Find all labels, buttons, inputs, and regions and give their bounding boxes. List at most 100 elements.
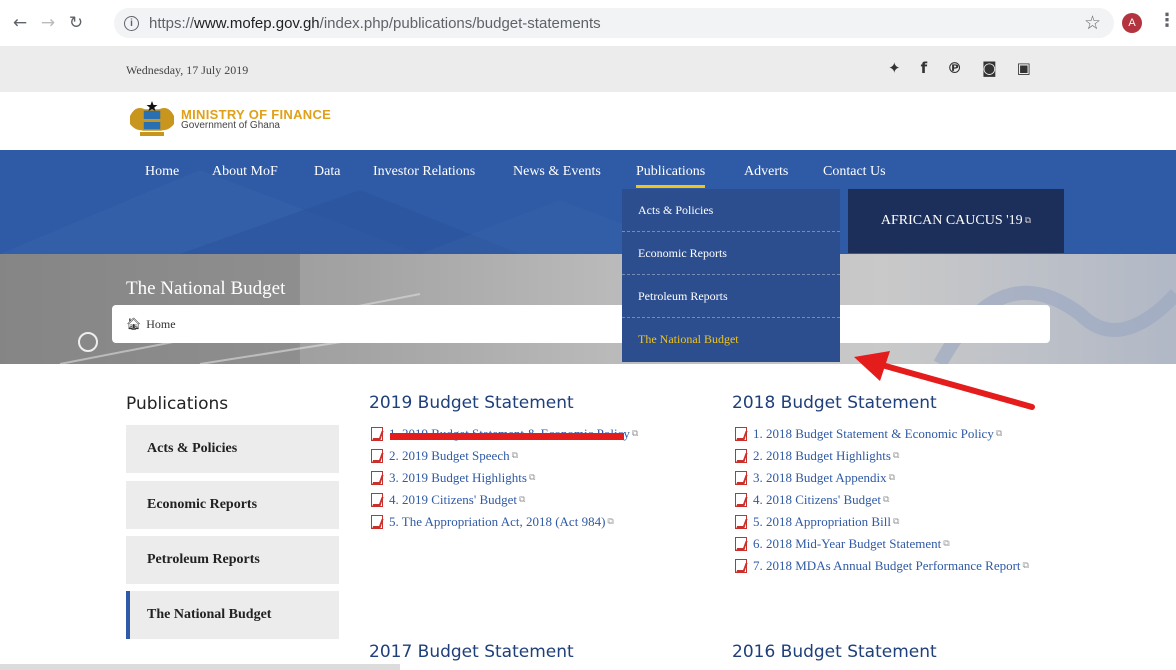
pdf-icon bbox=[371, 471, 383, 485]
doc-link[interactable]: 3. 2018 Budget Appendix bbox=[753, 470, 887, 486]
red-arrow-annotation bbox=[854, 351, 1035, 410]
pdf-icon bbox=[735, 471, 747, 485]
pdf-icon bbox=[735, 559, 747, 573]
dropdown-item-economic-reports[interactable]: Economic Reports bbox=[622, 232, 840, 275]
current-date: Wednesday, 17 July 2019 bbox=[126, 63, 249, 77]
external-link-icon: ⧉ bbox=[943, 539, 950, 549]
external-link-icon: ⧉ bbox=[528, 473, 536, 483]
pdf-icon bbox=[735, 427, 747, 441]
dropdown-item-petroleum-reports[interactable]: Petroleum Reports bbox=[622, 275, 840, 318]
sidebar-item-economic-reports[interactable]: Economic Reports bbox=[126, 481, 339, 529]
list-item[interactable]: 6. 2018 Mid-Year Budget Statement ⧉ bbox=[735, 533, 1029, 555]
pdf-icon bbox=[371, 493, 383, 507]
external-link-icon: ⧉ bbox=[995, 429, 1003, 439]
pdf-icon bbox=[371, 449, 383, 463]
pdf-icon bbox=[735, 537, 747, 551]
list-item[interactable]: 3. 2019 Budget Highlights ⧉ bbox=[371, 467, 638, 489]
instagram-icon[interactable]: ◙ bbox=[982, 59, 997, 77]
doc-link[interactable]: 2. 2019 Budget Speech bbox=[389, 448, 510, 464]
nav-item-data[interactable]: Data bbox=[314, 164, 340, 180]
budget-2018-list: 1. 2018 Budget Statement & Economic Poli… bbox=[735, 423, 1029, 577]
bookmark-star-icon[interactable]: ☆ bbox=[1084, 12, 1101, 34]
doc-link[interactable]: 3. 2019 Budget Highlights bbox=[389, 470, 527, 486]
doc-link[interactable]: 6. 2018 Mid-Year Budget Statement bbox=[753, 536, 941, 552]
pdf-icon bbox=[371, 515, 383, 529]
nav-item-investor-relations[interactable]: Investor Relations bbox=[373, 164, 475, 180]
dropdown-item-acts-policies[interactable]: Acts & Policies bbox=[622, 189, 840, 232]
pdf-icon bbox=[371, 427, 383, 441]
external-link-icon: ⧉ bbox=[883, 495, 890, 505]
sidebar-item-petroleum-reports[interactable]: Petroleum Reports bbox=[126, 536, 339, 584]
nav-item-contact[interactable]: Contact Us bbox=[823, 164, 886, 180]
browser-menu-icon[interactable]: ⋮ bbox=[1158, 10, 1176, 31]
doc-link[interactable]: 5. 2018 Appropriation Bill bbox=[753, 514, 891, 530]
list-item[interactable]: 3. 2018 Budget Appendix ⧉ bbox=[735, 467, 1029, 489]
status-bar bbox=[0, 664, 400, 670]
doc-link[interactable]: 1. 2018 Budget Statement & Economic Poli… bbox=[753, 426, 994, 442]
url-path: /index.php/publications/budget-statement… bbox=[319, 14, 601, 32]
back-arrow-icon[interactable]: ← bbox=[6, 9, 34, 37]
address-bar[interactable]: i https://www.mofep.gov.gh/index.php/pub… bbox=[114, 8, 1114, 38]
doc-link[interactable]: 2. 2018 Budget Highlights bbox=[753, 448, 891, 464]
publications-dropdown: Acts & Policies Economic Reports Petrole… bbox=[622, 189, 840, 362]
url-prefix: https:// bbox=[149, 14, 195, 32]
sidebar-item-national-budget[interactable]: The National Budget bbox=[126, 591, 339, 639]
list-item[interactable]: 4. 2018 Citizens' Budget ⧉ bbox=[735, 489, 1029, 511]
pdf-icon bbox=[735, 493, 747, 507]
profile-avatar[interactable]: A bbox=[1122, 13, 1142, 33]
reload-icon[interactable]: ↻ bbox=[62, 9, 90, 37]
facebook-icon[interactable]: f bbox=[921, 59, 928, 77]
pdf-icon bbox=[735, 515, 747, 529]
twitter-icon[interactable]: ✦ bbox=[888, 59, 901, 77]
nav-item-about[interactable]: About MoF bbox=[212, 164, 278, 180]
ministry-subtitle: Government of Ghana bbox=[181, 120, 280, 131]
ghana-crest-icon[interactable] bbox=[128, 100, 176, 140]
nav-item-home[interactable]: Home bbox=[145, 164, 179, 180]
nav-item-adverts[interactable]: Adverts bbox=[744, 164, 788, 180]
linkedin-icon[interactable]: ▣ bbox=[1017, 59, 1031, 77]
page-title: The National Budget bbox=[126, 278, 286, 299]
external-link-icon: ⧉ bbox=[892, 517, 900, 527]
breadcrumb-home[interactable]: Home bbox=[146, 317, 175, 332]
external-link-icon: ⧉ bbox=[511, 451, 519, 461]
list-item[interactable]: 4. 2019 Citizens' Budget ⧉ bbox=[371, 489, 638, 511]
nav-item-publications[interactable]: Publications bbox=[636, 164, 706, 188]
sidebar-heading: Publications bbox=[126, 394, 229, 414]
sidebar-item-acts-policies[interactable]: Acts & Policies bbox=[126, 425, 339, 473]
doc-link[interactable]: 5. The Appropriation Act, 2018 (Act 984) bbox=[389, 514, 605, 530]
external-link-icon: ⧉ bbox=[892, 451, 900, 461]
list-item[interactable]: 2. 2018 Budget Highlights ⧉ bbox=[735, 445, 1029, 467]
budget-2017-heading: 2017 Budget Statement bbox=[369, 642, 574, 662]
pinterest-icon[interactable]: ℗ bbox=[947, 59, 962, 77]
doc-link[interactable]: 7. 2018 MDAs Annual Budget Performance R… bbox=[753, 558, 1021, 574]
african-caucus-label: AFRICAN CAUCUS '19 bbox=[880, 213, 1023, 228]
url-host: www.mofep.gov.gh bbox=[194, 14, 320, 32]
external-link-icon: ⧉ bbox=[519, 495, 526, 505]
budget-2019-heading: 2019 Budget Statement bbox=[369, 393, 574, 413]
list-item[interactable]: 5. 2018 Appropriation Bill ⧉ bbox=[735, 511, 1029, 533]
doc-link[interactable]: 4. 2019 Citizens' Budget bbox=[389, 492, 517, 508]
top-info-bar: Wednesday, 17 July 2019 ✦ f ℗ ◙ ▣ bbox=[0, 46, 1176, 92]
pdf-icon bbox=[735, 449, 747, 463]
external-link-icon: ⧉ bbox=[1022, 561, 1029, 571]
dropdown-item-national-budget[interactable]: The National Budget bbox=[622, 318, 840, 361]
doc-link[interactable]: 4. 2018 Citizens' Budget bbox=[753, 492, 881, 508]
external-link-icon: ⧉ bbox=[1024, 216, 1032, 226]
list-item[interactable]: 7. 2018 MDAs Annual Budget Performance R… bbox=[735, 555, 1029, 577]
nav-item-news-events[interactable]: News & Events bbox=[513, 164, 601, 180]
budget-2016-heading: 2016 Budget Statement bbox=[732, 642, 937, 662]
forward-arrow-icon[interactable]: → bbox=[34, 9, 62, 37]
list-item[interactable]: 5. The Appropriation Act, 2018 (Act 984)… bbox=[371, 511, 638, 533]
red-strike-annotation bbox=[390, 433, 624, 440]
home-icon[interactable]: 🏠︎ bbox=[126, 317, 141, 331]
external-link-icon: ⧉ bbox=[607, 517, 614, 527]
list-item[interactable]: 2. 2019 Budget Speech ⧉ bbox=[371, 445, 638, 467]
logo-row: MINISTRY OF FINANCE Government of Ghana bbox=[0, 92, 1176, 150]
social-links: ✦ f ℗ ◙ ▣ bbox=[888, 59, 1031, 77]
external-link-icon: ⧉ bbox=[631, 429, 639, 439]
breadcrumb: 🏠︎ Home bbox=[112, 305, 1050, 343]
african-caucus-button[interactable]: AFRICAN CAUCUS '19 ⧉ bbox=[848, 189, 1064, 253]
info-icon[interactable]: i bbox=[124, 15, 139, 31]
external-link-icon: ⧉ bbox=[888, 473, 896, 483]
list-item[interactable]: 1. 2018 Budget Statement & Economic Poli… bbox=[735, 423, 1029, 445]
